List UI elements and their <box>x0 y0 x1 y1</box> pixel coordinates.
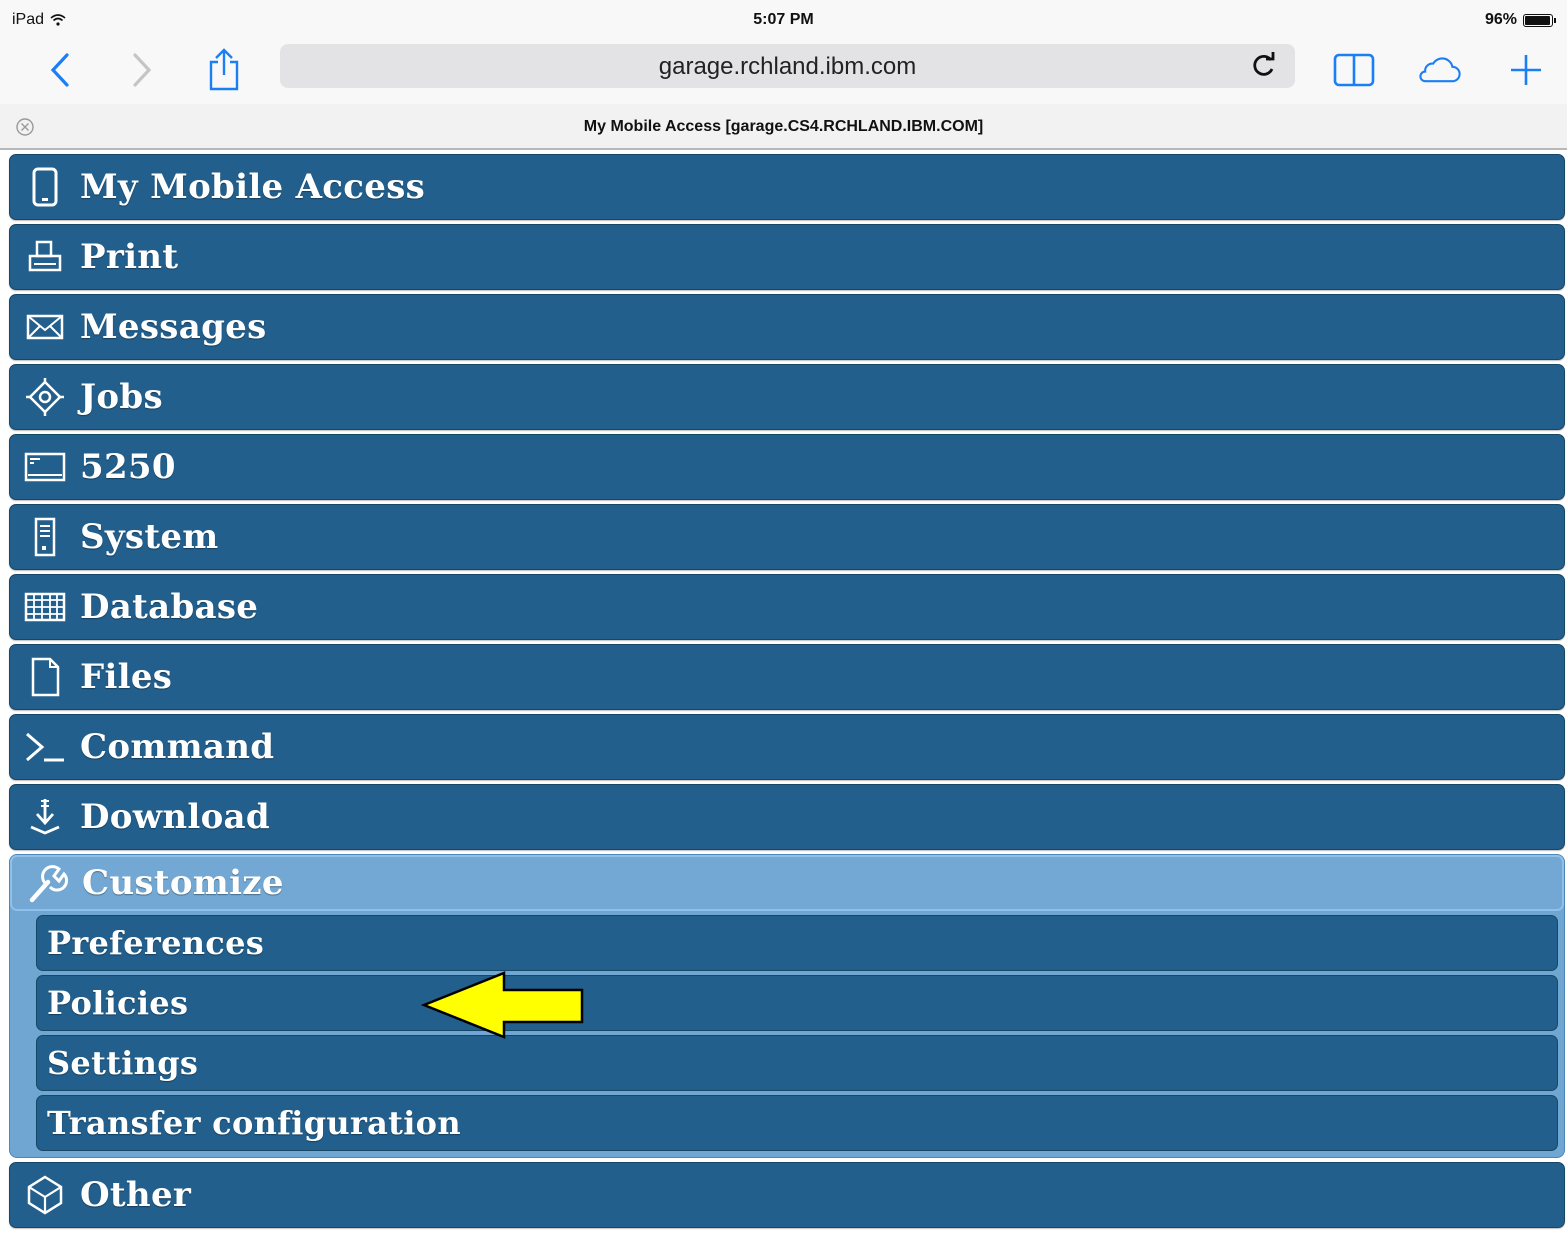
command-prompt-icon <box>22 724 68 770</box>
submenu-item-transfer-configuration[interactable]: Transfer configuration <box>36 1095 1558 1151</box>
menu-item-files[interactable]: Files <box>9 644 1565 710</box>
bookmarks-button[interactable] <box>1330 46 1378 94</box>
status-time: 5:07 PM <box>753 11 814 28</box>
cloud-icon <box>1419 57 1461 83</box>
jobs-gear-icon <box>22 374 68 420</box>
menu-item-database[interactable]: Database <box>9 574 1565 640</box>
submenu-item-label: Policies <box>47 984 189 1022</box>
battery-icon <box>1523 13 1556 27</box>
chevron-left-icon <box>50 53 69 87</box>
menu-item-label: Customize <box>82 863 284 903</box>
yellow-arrow-annotation <box>420 971 584 1039</box>
back-button[interactable] <box>36 46 84 94</box>
envelope-icon <box>22 304 68 350</box>
battery-percent: 96% <box>1484 11 1517 28</box>
download-icon <box>22 794 68 840</box>
chevron-right-icon <box>133 53 152 87</box>
menu-item-download[interactable]: Download <box>9 784 1565 850</box>
menu-item-label: Files <box>80 657 173 697</box>
submenu-item-label: Settings <box>47 1044 199 1082</box>
reload-icon[interactable] <box>1249 50 1279 80</box>
menu-item-label: System <box>80 517 219 557</box>
menu-item-print[interactable]: Print <box>9 224 1565 290</box>
menu-item-label: Print <box>80 237 179 277</box>
browser-toolbar: garage.rchland.ibm.com <box>0 40 1567 104</box>
menu-item-label: Database <box>80 587 259 627</box>
submenu-item-settings[interactable]: Settings <box>36 1035 1558 1091</box>
menu-item-system[interactable]: System <box>9 504 1565 570</box>
menu-item-command[interactable]: Command <box>9 714 1565 780</box>
share-button[interactable] <box>200 46 248 94</box>
menu-item-label: Messages <box>80 307 267 347</box>
mobile-device-icon <box>22 164 68 210</box>
book-icon <box>1333 53 1375 87</box>
terminal-screen-icon <box>22 444 68 490</box>
menu-item-label: Download <box>80 797 270 837</box>
submenu-item-label: Transfer configuration <box>47 1104 461 1142</box>
submenu-item-preferences[interactable]: Preferences <box>36 915 1558 971</box>
menu-item-other[interactable]: Other <box>9 1162 1565 1228</box>
menu-item-label: Other <box>80 1175 192 1215</box>
plus-icon <box>1511 55 1541 85</box>
submenu-item-policies[interactable]: Policies <box>36 975 1558 1031</box>
menu-item-customize[interactable]: Customize <box>10 855 1564 911</box>
icloud-tabs-button[interactable] <box>1414 46 1462 94</box>
menu-item-messages[interactable]: Messages <box>9 294 1565 360</box>
share-icon <box>209 48 239 91</box>
menu-item-5250[interactable]: 5250 <box>9 434 1565 500</box>
menu-item-label: 5250 <box>80 447 176 487</box>
address-bar[interactable]: garage.rchland.ibm.com <box>280 44 1295 88</box>
server-tower-icon <box>22 514 68 560</box>
submenu-item-label: Preferences <box>47 924 265 962</box>
menu-item-label: Jobs <box>80 377 163 417</box>
cube-icon <box>22 1172 68 1218</box>
printer-icon <box>22 234 68 280</box>
main-menu: My Mobile Access Print Messages Jobs 525… <box>9 154 1565 1232</box>
wrench-icon <box>24 860 70 906</box>
menu-item-label: Command <box>80 727 275 767</box>
table-grid-icon <box>22 584 68 630</box>
battery-indicator: 96% <box>1484 11 1556 29</box>
new-tab-button[interactable] <box>1502 46 1550 94</box>
tab-title: My Mobile Access [garage.CS4.RCHLAND.IBM… <box>583 118 984 135</box>
menu-item-jobs[interactable]: Jobs <box>9 364 1565 430</box>
tab-bar: My Mobile Access [garage.CS4.RCHLAND.IBM… <box>0 104 1567 150</box>
customize-group: Customize Preferences Policies Settings … <box>9 854 1565 1158</box>
menu-item-my-mobile-access[interactable]: My Mobile Access <box>9 154 1565 220</box>
forward-button[interactable] <box>118 46 166 94</box>
status-bar: iPad 5:07 PM 96% <box>0 0 1567 40</box>
url-text: garage.rchland.ibm.com <box>658 53 917 80</box>
document-icon <box>22 654 68 700</box>
menu-item-label: My Mobile Access <box>80 167 426 207</box>
